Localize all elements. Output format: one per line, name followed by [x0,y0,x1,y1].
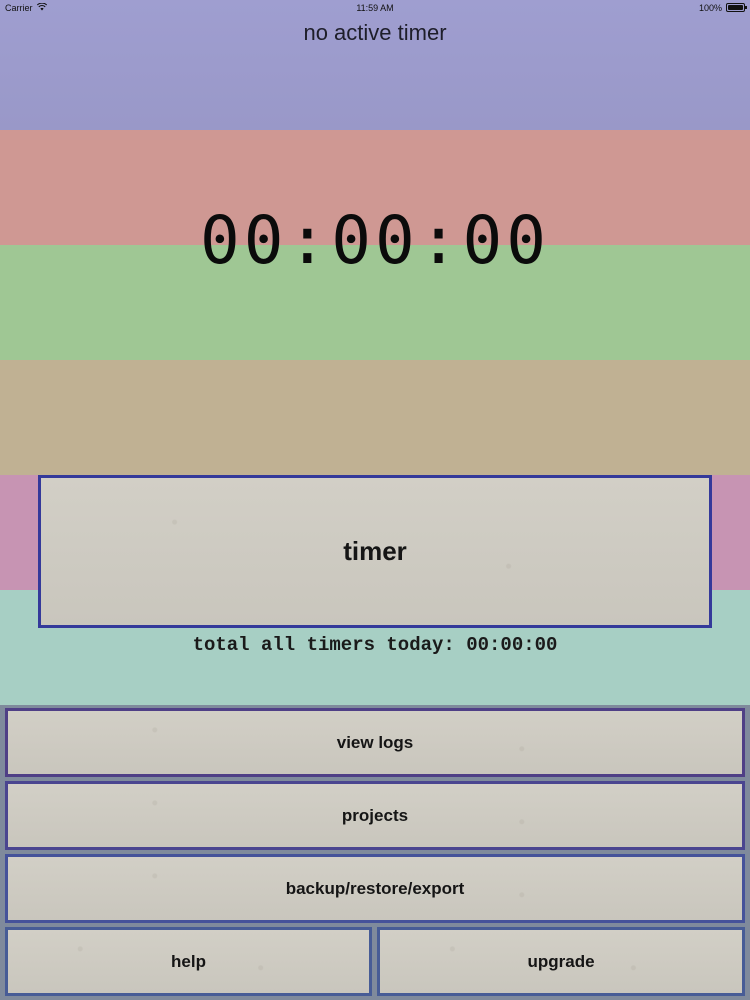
active-timer-title: no active timer [303,20,447,45]
view-logs-button[interactable]: view logs [5,708,745,777]
upgrade-button[interactable]: upgrade [377,927,745,996]
color-band-tan [0,360,750,475]
view-logs-label: view logs [336,732,414,752]
timer-clock-display: 00:00:00 [200,202,550,279]
backup-label: backup/restore/export [285,878,465,898]
timer-button-label: timer [343,536,407,566]
battery-percent: 100% [698,3,722,13]
battery-icon [726,3,747,12]
help-button[interactable]: help [5,927,372,996]
upgrade-label: upgrade [527,951,595,971]
total-timers-today: total all timers today: 00:00:00 [192,634,558,656]
status-bar: Carrier 11:59 AM 100% [0,0,750,16]
backup-restore-export-button[interactable]: backup/restore/export [5,854,745,923]
projects-button[interactable]: projects [5,781,745,850]
clock-time: 11:59 AM [356,3,394,13]
timer-button[interactable]: timer [38,475,712,628]
projects-label: projects [341,805,409,825]
help-label: help [171,951,206,971]
